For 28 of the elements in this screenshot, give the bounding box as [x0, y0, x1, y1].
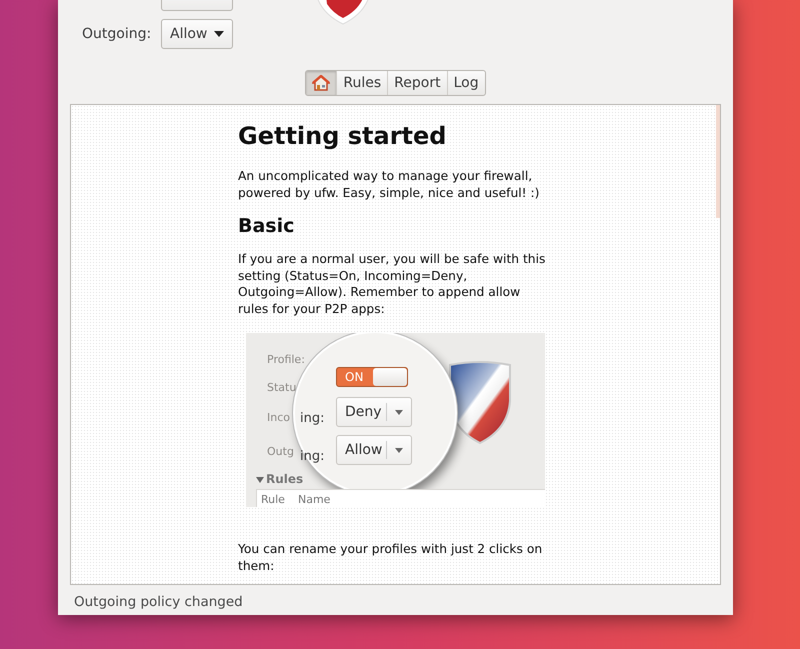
field-label: Inco [267, 411, 290, 424]
field-label: Statu [267, 381, 296, 394]
paragraph: You can rename your profiles with just 2 clicks on them: [238, 541, 544, 574]
section-heading: Rules [266, 472, 304, 486]
shield-icon [448, 361, 512, 445]
policy-dropdown[interactable]: Allow [161, 19, 233, 49]
page-heading: Getting started [238, 122, 448, 150]
home-icon [312, 75, 330, 91]
field-label: Profile: [267, 353, 305, 366]
caret-icon [395, 410, 403, 415]
status-message: Outgoing policy changed [74, 594, 244, 610]
tab[interactable]: Log [448, 71, 485, 95]
expander-icon [256, 477, 264, 483]
field-label: ing: [300, 449, 324, 464]
paragraph: An uncomplicated way to manage your firewall, powered by ufw. Easy, simple, nice and useful! :) [238, 168, 540, 201]
caret-icon [214, 31, 224, 37]
tab[interactable]: Rules [337, 71, 388, 95]
column-header: Name [298, 493, 330, 506]
tab[interactable]: Report [388, 71, 448, 95]
section-heading: Basic [238, 215, 296, 237]
column-header: Rule [261, 493, 285, 506]
paragraph: If you are a normal user, you will be safe with this setting (Status=On, Incoming=Deny, Outgoing=Allow). Remember to append allow rules for your P2P apps: [238, 251, 546, 317]
field-label: Outgoing: [82, 26, 152, 42]
field-label: Outg [267, 445, 294, 458]
field-label: ing: [300, 411, 324, 426]
caret-icon [395, 448, 403, 453]
scrollbar[interactable] [716, 105, 720, 218]
home-tab[interactable] [306, 71, 338, 95]
